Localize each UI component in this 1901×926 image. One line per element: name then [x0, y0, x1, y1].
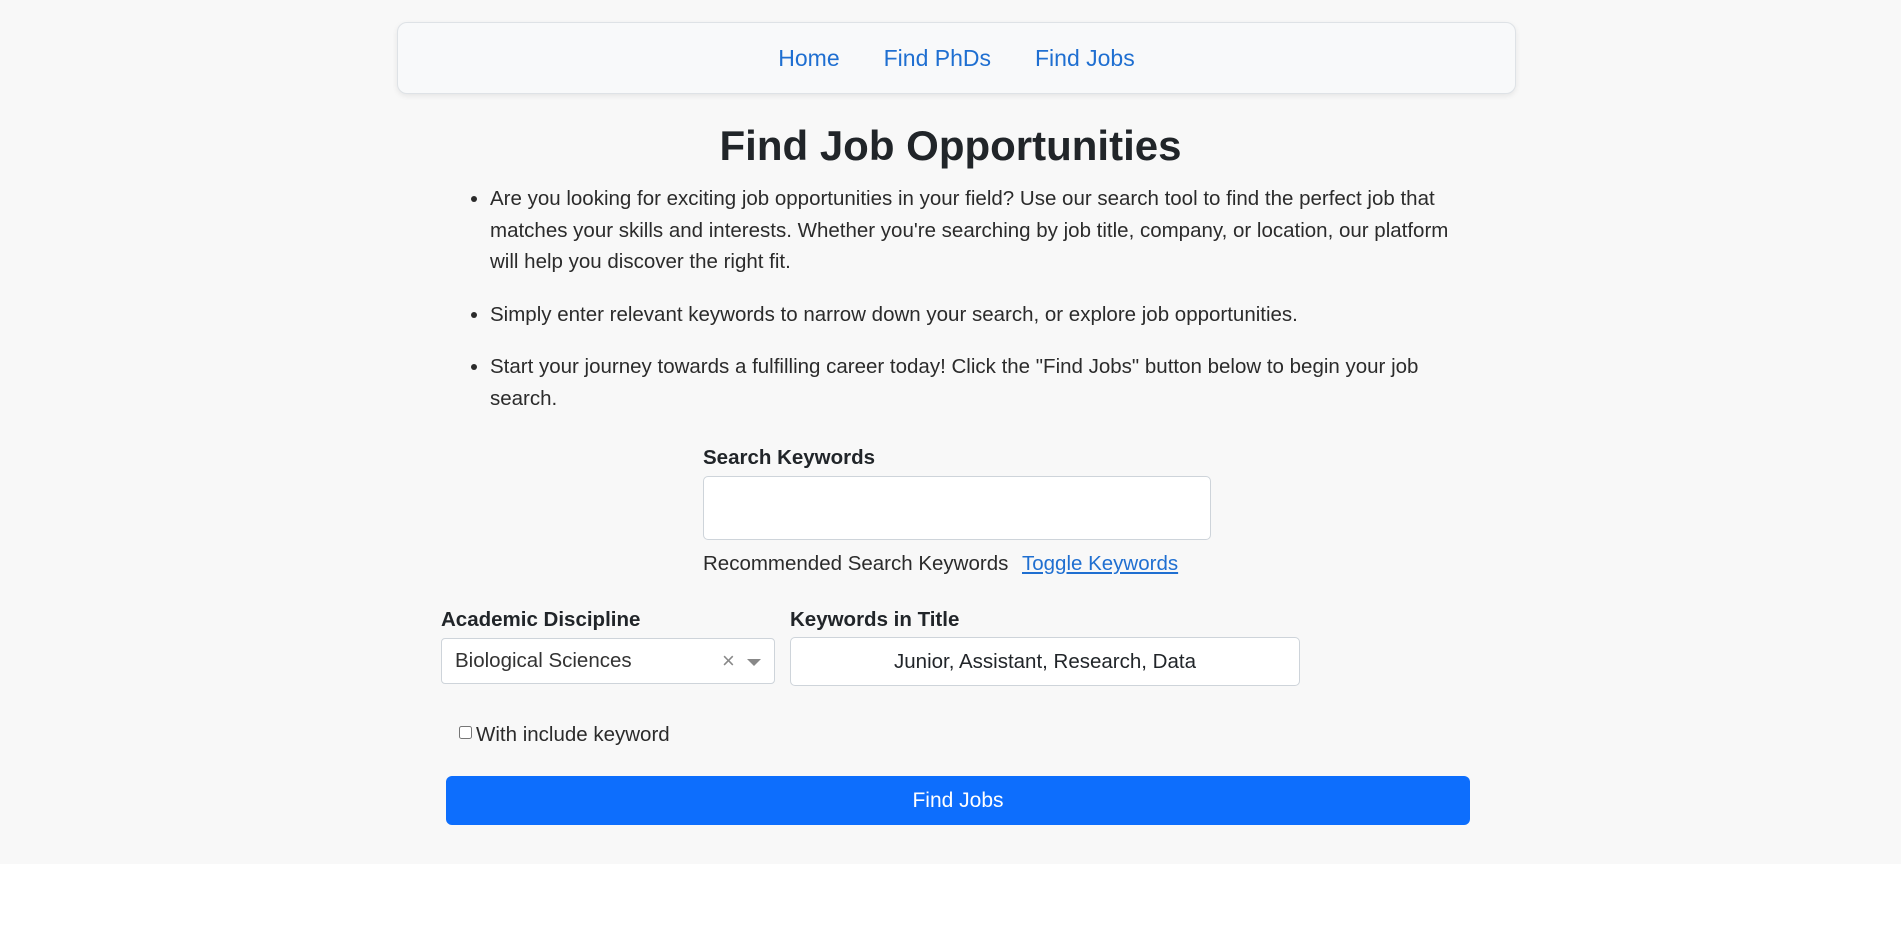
- search-keywords-label: Search Keywords: [703, 446, 876, 469]
- find-jobs-button[interactable]: Find Jobs: [446, 776, 1470, 825]
- include-keyword-label: With include keyword: [476, 723, 670, 746]
- intro-list: Are you looking for exciting job opportu…: [440, 183, 1460, 435]
- nav-find-phds-link[interactable]: Find PhDs: [884, 45, 991, 72]
- toggle-keywords-link[interactable]: Toggle Keywords: [1022, 552, 1178, 576]
- academic-discipline-select[interactable]: Biological Sciences ×: [441, 638, 775, 684]
- include-keyword-checkbox[interactable]: [459, 726, 472, 739]
- nav-home-link[interactable]: Home: [778, 45, 839, 72]
- intro-item: Are you looking for exciting job opportu…: [490, 183, 1460, 278]
- academic-discipline-label: Academic Discipline: [441, 608, 641, 631]
- intro-item: Start your journey towards a fulfilling …: [490, 351, 1460, 414]
- nav-find-jobs-link[interactable]: Find Jobs: [1035, 45, 1135, 72]
- top-navbar: Home Find PhDs Find Jobs: [397, 22, 1516, 94]
- clear-selection-icon[interactable]: ×: [722, 648, 735, 674]
- intro-item: Simply enter relevant keywords to narrow…: [490, 299, 1460, 331]
- keywords-in-title-input[interactable]: [790, 637, 1300, 686]
- search-keywords-input[interactable]: [703, 476, 1211, 540]
- page-title: Find Job Opportunities: [719, 122, 1182, 169]
- selected-discipline: Biological Sciences: [455, 649, 632, 672]
- chevron-down-icon[interactable]: [747, 659, 761, 666]
- recommended-keywords-text: Recommended Search Keywords: [703, 552, 1009, 575]
- keywords-in-title-label: Keywords in Title: [790, 608, 960, 631]
